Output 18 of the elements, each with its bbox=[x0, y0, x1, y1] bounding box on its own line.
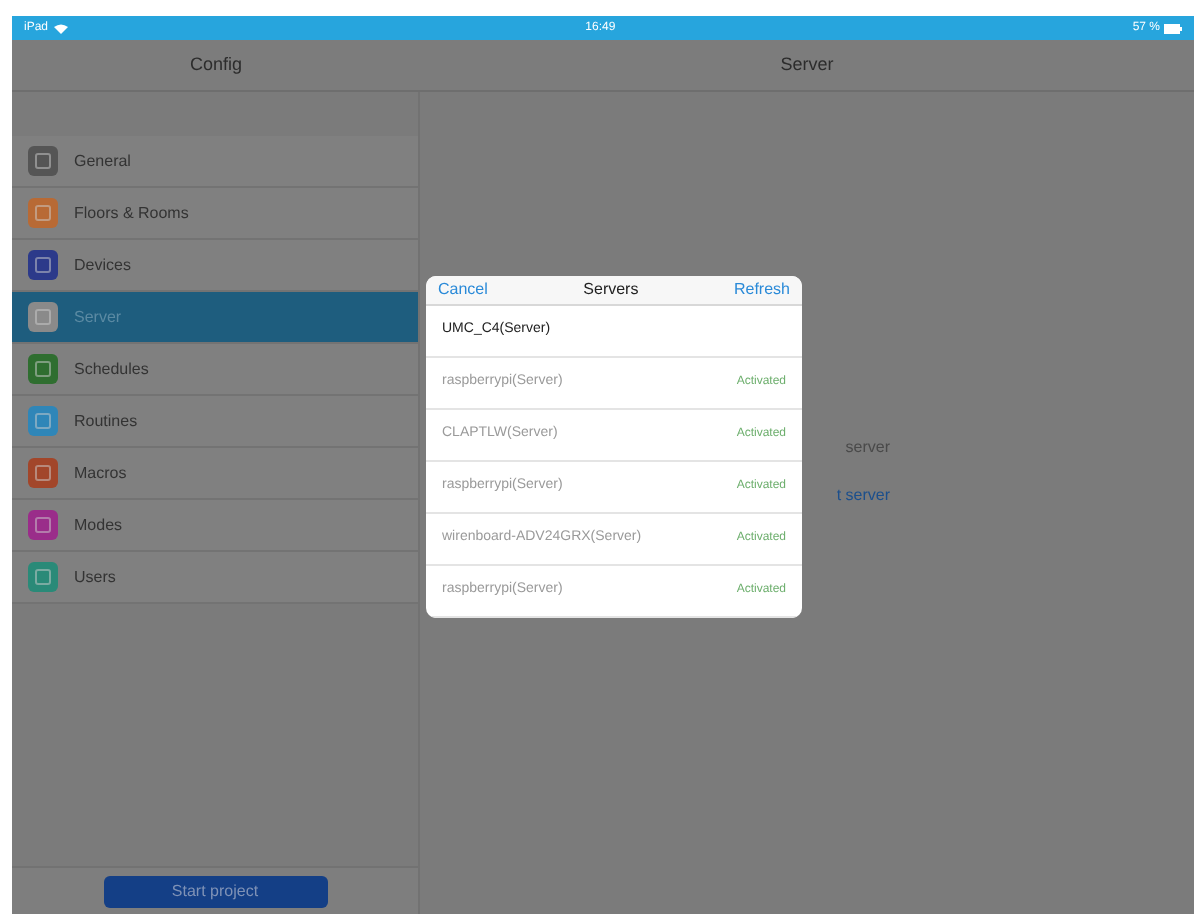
sidebar-item[interactable]: Modes bbox=[12, 500, 418, 552]
sidebar-item[interactable]: Schedules bbox=[12, 344, 418, 396]
sidebar-item[interactable]: Floors & Rooms bbox=[12, 188, 418, 240]
nav-title: Config bbox=[189, 51, 242, 78]
nav-title: Server bbox=[780, 51, 834, 78]
sidebar-item[interactable]: Routines bbox=[12, 396, 418, 448]
sidebar-item[interactable]: General bbox=[12, 136, 418, 188]
cancel-button[interactable]: Cancel bbox=[438, 278, 488, 302]
sidebar-item[interactable]: Users bbox=[12, 552, 418, 604]
wifi-icon bbox=[54, 23, 69, 33]
battery-icon bbox=[1164, 23, 1182, 33]
link-text[interactable]: t server bbox=[836, 484, 890, 508]
sidebar-item[interactable]: Macros bbox=[12, 448, 418, 500]
sidebar-item[interactable]: Server bbox=[12, 292, 418, 344]
dialog-title: Servers bbox=[583, 278, 639, 302]
refresh-button[interactable]: Refresh bbox=[733, 278, 790, 302]
start-project-button[interactable]: Start project bbox=[103, 875, 327, 907]
sidebar-item[interactable]: Devices bbox=[12, 240, 418, 292]
